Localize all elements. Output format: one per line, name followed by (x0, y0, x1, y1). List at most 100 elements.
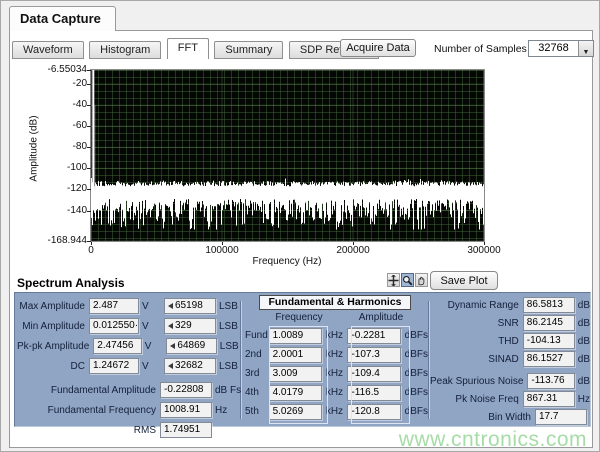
harmonics-headers: Frequency Amplitude (242, 312, 428, 326)
measurement-row: SNR 86.2145 dB (430, 314, 590, 332)
tab-histogram[interactable]: Histogram (89, 41, 161, 59)
measurement-row: Pk-pk Amplitude 2.47456 V 64869 LSB (17, 336, 242, 356)
chevron-down-icon: ▼ (583, 49, 590, 56)
data-capture-window: Data Capture Waveform Histogram FFT Summ… (0, 0, 600, 452)
x-axis-title: Frequency (Hz) (227, 256, 347, 267)
y-tick-mark (87, 70, 91, 71)
y-tick-label: -20 (34, 78, 87, 89)
pan-hand-icon[interactable] (415, 273, 428, 287)
crosshair-cursor-icon[interactable] (387, 273, 400, 287)
y-tick-mark (87, 126, 91, 127)
sinad-field: 86.1527 (523, 351, 575, 367)
y-tick-mark (87, 211, 91, 212)
harmonic-row: 2nd 2.0001 kHz -107.3 dBFs (242, 345, 428, 364)
combo-arrow-button[interactable]: ▼ (578, 41, 593, 56)
x-tick-mark (353, 242, 354, 245)
measurement-row: Min Amplitude 0.012550· V 329 LSB (17, 316, 242, 336)
h5-amplitude-field: -120.8 (347, 404, 400, 420)
pkpk-amplitude-lsb-field: 64869 (166, 338, 216, 354)
save-plot-button[interactable]: Save Plot (430, 271, 498, 290)
dc-volts-field: 1.24672 (89, 358, 139, 374)
measurement-row: THD -104.13 dB (430, 332, 590, 350)
dynamic-range-field: 86.5813 (523, 297, 575, 313)
samples-value: 32768 (529, 41, 578, 56)
plot-tool-buttons (387, 273, 429, 287)
panel-divider (428, 301, 429, 419)
measurement-row: Fundamental Amplitude -0.22808 dB Fs (17, 380, 242, 400)
measurement-row: SINAD 86.1527 dB (430, 350, 590, 368)
x-tick-label: 200000 (323, 245, 383, 256)
content-panel: Waveform Histogram FFT Summary SDP Revis… (9, 30, 593, 448)
tab-fft[interactable]: FFT (167, 38, 209, 59)
x-tick-mark (484, 242, 485, 245)
y-tick-label: -120 (34, 183, 87, 194)
harmonic-row: 4th 4.0179 kHz -116.5 dBFs (242, 383, 428, 402)
harmonics-table-title: Fundamental & Harmonics (259, 295, 411, 310)
truncation-indicator-icon (168, 363, 173, 369)
max-amplitude-lsb-field: 65198 (164, 298, 216, 314)
bin-width-field: 17.7 (535, 409, 587, 425)
truncation-indicator-icon (170, 343, 175, 349)
measurement-row: DC 1.24672 V 32682 LSB (17, 356, 242, 376)
h4-frequency-field: 4.0179 (269, 385, 322, 401)
y-tick-label: -6.55034 (34, 64, 87, 75)
spectrum-analysis-panel: Max Amplitude 2.487 V 65198 LSB Min Ampl… (14, 292, 591, 427)
x-tick-mark (222, 242, 223, 245)
harmonic-row: 3rd 3.009 kHz -109.4 dBFs (242, 364, 428, 383)
y-tick-mark (87, 189, 91, 190)
fund-frequency-field: 1.0089 (269, 328, 322, 344)
samples-combobox[interactable]: 32768 ▼ (528, 40, 594, 57)
measurement-row: Bin Width 17.7 (430, 408, 590, 426)
x-tick-mark (91, 242, 92, 245)
h3-frequency-field: 3.009 (269, 366, 322, 382)
pkpk-amplitude-volts-field: 2.47456 (93, 338, 141, 354)
tab-waveform[interactable]: Waveform (12, 41, 84, 59)
fft-trace-canvas (91, 70, 484, 241)
y-tick-label: -80 (34, 141, 87, 152)
h2-amplitude-field: -107.3 (347, 347, 400, 363)
harmonics-column: Fundamental & Harmonics Frequency Amplit… (242, 295, 428, 421)
y-tick-mark (87, 105, 91, 106)
h5-frequency-field: 5.0269 (269, 404, 322, 420)
zoom-tool-icon[interactable] (401, 273, 414, 287)
y-tick-mark (87, 147, 91, 148)
frequency-column-header: Frequency (272, 312, 326, 323)
y-tick-mark (87, 84, 91, 85)
x-tick-label: 100000 (192, 245, 252, 256)
fft-graph: Amplitude (dB) Frequency (Hz) -6.55034-2… (10, 59, 594, 271)
h2-frequency-field: 2.0001 (269, 347, 322, 363)
y-tick-label: -60 (34, 120, 87, 131)
spectrum-analysis-title: Spectrum Analysis (17, 276, 125, 290)
h4-amplitude-field: -116.5 (347, 385, 400, 401)
fft-plot-area[interactable] (90, 69, 485, 242)
x-tick-label: 300000 (454, 245, 514, 256)
x-tick-label: 0 (61, 245, 121, 256)
truncation-indicator-icon (168, 323, 173, 329)
page-tab-data-capture[interactable]: Data Capture (9, 6, 116, 31)
h3-amplitude-field: -109.4 (347, 366, 400, 382)
truncation-indicator-icon (168, 303, 173, 309)
watermark-text: www.cntronics.com (399, 428, 587, 452)
tab-summary[interactable]: Summary (214, 41, 283, 59)
measurement-row: RMS 1.74951 (17, 420, 242, 440)
view-tab-bar: Waveform Histogram FFT Summary SDP Revis… (12, 38, 380, 60)
min-amplitude-volts-field: 0.012550· (89, 318, 139, 334)
measurement-row: Pk Noise Freq 867.31 Hz (430, 390, 590, 408)
amplitude-column-header: Amplitude (354, 312, 408, 323)
measurement-row: Dynamic Range 86.5813 dB (430, 296, 590, 314)
peak-spurious-noise-field: -113.76 (527, 373, 574, 389)
fund-amplitude-field: -0.2281 (347, 328, 400, 344)
fundamental-amplitude-field: -0.22808 (160, 382, 212, 398)
pk-noise-freq-field: 867.31 (523, 391, 575, 407)
page-title: Data Capture (20, 11, 101, 26)
dc-lsb-field: 32682 (164, 358, 216, 374)
y-tick-label: -140 (34, 205, 87, 216)
snr-field: 86.2145 (523, 315, 575, 331)
measurement-row: Peak Spurious Noise -113.76 dB (430, 372, 590, 390)
amplitude-measurements-column: Max Amplitude 2.487 V 65198 LSB Min Ampl… (17, 296, 242, 440)
rms-field: 1.74951 (160, 422, 212, 438)
measurement-row: Max Amplitude 2.487 V 65198 LSB (17, 296, 242, 316)
y-tick-label: -100 (34, 162, 87, 173)
noise-metrics-column: Dynamic Range 86.5813 dB SNR 86.2145 dB … (430, 296, 590, 426)
acquire-data-button[interactable]: Acquire Data (340, 39, 416, 57)
